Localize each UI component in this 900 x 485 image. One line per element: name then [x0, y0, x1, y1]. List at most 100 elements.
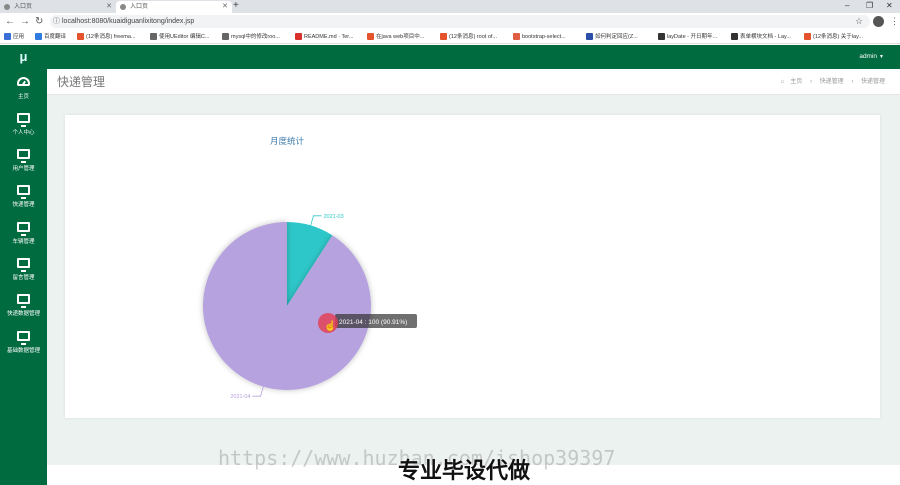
bookmark-item[interactable]: 在java web项目中...: [367, 32, 424, 42]
bookmark-item[interactable]: 百度翻译: [35, 32, 66, 42]
bookmark-label: bootstrap-select...: [522, 34, 566, 40]
back-arrow-icon[interactable]: ←: [5, 15, 15, 28]
caret-down-icon: ▼: [879, 54, 884, 60]
sidebar-item-label: 留言管理: [12, 275, 35, 281]
bookmark-star-icon[interactable]: ☆: [855, 15, 863, 28]
bookmark-item[interactable]: 使用UEditor 编辑C...: [150, 32, 209, 42]
sidebar-item-label: 用户管理: [12, 166, 35, 172]
bookmark-label: (12条消息) 关于lay...: [813, 34, 864, 40]
csdn-icon: [367, 33, 374, 40]
bookmark-label: 表单横块文档 - Lay...: [740, 34, 791, 40]
breadcrumb-current: 快递管理: [860, 79, 885, 85]
tab-title: 入口页: [14, 4, 33, 10]
profile-avatar[interactable]: [873, 16, 884, 27]
sidebar-item-label: 主页: [17, 94, 29, 100]
monitor-icon: [17, 149, 30, 163]
site-icon: [150, 33, 157, 40]
browser-menu-icon[interactable]: ⋮: [890, 15, 899, 28]
chevron-right-icon: ›: [851, 79, 854, 85]
chevron-right-icon: ›: [809, 79, 812, 85]
bookmark-apps[interactable]: 应用: [4, 32, 24, 42]
bookmark-label: (12条消息) freema...: [86, 34, 136, 40]
new-tab-button[interactable]: +: [233, 0, 239, 12]
breadcrumb-item[interactable]: 快递管理: [820, 79, 844, 85]
top-navbar: admin ▼: [47, 45, 900, 69]
close-window-button[interactable]: ✕: [886, 0, 893, 12]
watermark-text: 专业毕设代做: [398, 459, 531, 484]
sidebar-item-users[interactable]: 用户管理: [0, 145, 47, 181]
home-icon: ⌂: [780, 79, 785, 85]
translate-icon: [35, 33, 42, 40]
url-text: localhost:8080/kuaidiguanlixitong/index.…: [62, 18, 195, 25]
sidebar-item-home[interactable]: 主页: [0, 73, 47, 109]
forward-arrow-icon[interactable]: →: [20, 15, 30, 28]
browser-tab-active[interactable]: 入口页 ✕: [116, 1, 232, 13]
main-content: 月度统计 2021-03 2021-04 2021-04 : 100 (90.91%…: [47, 95, 900, 465]
bookmark-label: mysql中的修改roo...: [231, 34, 280, 40]
bookmark-item[interactable]: (12条消息) 关于lay...: [804, 32, 863, 42]
pie-chart: 2021-03 2021-04 2021-04 : 100 (90.91%)☝: [202, 214, 417, 400]
monitor-icon: [17, 258, 30, 272]
csdn-icon: [440, 33, 447, 40]
sidebar-item-label: 个人中心: [12, 130, 35, 136]
sidebar-item-personal-center[interactable]: 个人中心: [0, 109, 47, 145]
username: admin: [859, 53, 878, 60]
brand-logo[interactable]: μ: [0, 45, 47, 69]
bookmark-item[interactable]: 如何判定回应(Z...: [586, 32, 638, 42]
slice-label: 2021-04: [230, 394, 250, 400]
hand-cursor-icon: ☝: [324, 319, 336, 332]
breadcrumb: ⌂ 主页 › 快递管理 › 快递管理: [778, 69, 888, 95]
bookmark-label: layDate - 开日期年...: [667, 34, 718, 40]
browser-tab-strip: 入口页 ✕ 入口页 ✕ + – ❐ ✕: [0, 0, 900, 13]
bookmark-item[interactable]: README.md · Ter...: [295, 32, 353, 42]
csdn-icon: [77, 33, 84, 40]
bookmark-item[interactable]: (12条消息) root of...: [440, 32, 497, 42]
site-icon: [586, 33, 593, 40]
reload-icon[interactable]: ↻: [35, 15, 43, 28]
monitor-icon: [17, 222, 30, 236]
sidebar-item-label: 基础数据管理: [6, 348, 40, 354]
bookmark-label: 在java web项目中...: [376, 34, 425, 40]
tooltip-text: 2021-04 : 100 (90.91%): [339, 319, 407, 326]
apps-grid-icon: [4, 33, 11, 40]
bookmark-item[interactable]: mysql中的修改roo...: [222, 32, 280, 42]
sidebar-item-express[interactable]: 快递管理: [0, 181, 47, 217]
address-bar-row: ← → ↻ ⓘ localhost:8080/kuaidiguanlixiton…: [0, 13, 900, 30]
minimize-button[interactable]: –: [845, 0, 849, 12]
csdn-icon: [804, 33, 811, 40]
sidebar-item-messages[interactable]: 留言管理: [0, 254, 47, 290]
sidebar-item-vehicles[interactable]: 车辆管理: [0, 218, 47, 254]
bookmark-item[interactable]: layDate - 开日期年...: [658, 32, 717, 42]
bookmark-item[interactable]: (12条消息) freema...: [77, 32, 136, 42]
close-tab-icon[interactable]: ✕: [222, 1, 228, 13]
chart-card: 月度统计 2021-03 2021-04 2021-04 : 100 (90.91%…: [65, 115, 880, 418]
bookmark-label: README.md · Ter...: [304, 34, 354, 40]
browser-tab[interactable]: 入口页 ✕: [0, 1, 116, 13]
sidebar-item-label: 快递管理: [12, 202, 35, 208]
layui-icon: [658, 33, 665, 40]
monitor-icon: [17, 113, 30, 127]
bookmarks-bar: 应用 百度翻译 (12条消息) freema... 使用UEditor 编辑C.…: [0, 30, 900, 44]
bookmark-item[interactable]: 表单横块文档 - Lay...: [731, 32, 791, 42]
close-tab-icon[interactable]: ✕: [106, 1, 112, 13]
maximize-button[interactable]: ❐: [866, 0, 873, 12]
breadcrumb-home[interactable]: 主页: [790, 79, 802, 85]
url-field[interactable]: ⓘ localhost:8080/kuaidiguanlixitong/inde…: [50, 15, 870, 28]
pie-slice[interactable]: [202, 222, 371, 390]
label-leader-line: [310, 215, 322, 226]
monitor-icon: [17, 294, 30, 308]
monitor-icon: [17, 331, 30, 345]
sidebar-item-label: 快递数据管理: [6, 311, 40, 317]
bookmark-label: 百度翻译: [44, 34, 67, 40]
sidebar-item-base-data[interactable]: 基础数据管理: [0, 327, 47, 363]
dashboard-icon: [17, 77, 30, 86]
bookmark-label: 如何判定回应(Z...: [595, 34, 638, 40]
sidebar-item-express-data[interactable]: 快递数据管理: [0, 290, 47, 326]
site-icon: [222, 33, 229, 40]
bookmark-item[interactable]: bootstrap-select...: [513, 32, 566, 42]
page-header: 快递管理 ⌂ 主页 › 快递管理 › 快递管理: [47, 69, 900, 95]
sidebar: μ 主页 个人中心 用户管理 快递管理 车辆管理 留言管理 快递数据管理 基础数…: [0, 45, 47, 485]
user-menu[interactable]: admin ▼: [859, 45, 884, 69]
info-icon[interactable]: ⓘ: [53, 15, 60, 28]
tab-title: 入口页: [130, 4, 149, 10]
